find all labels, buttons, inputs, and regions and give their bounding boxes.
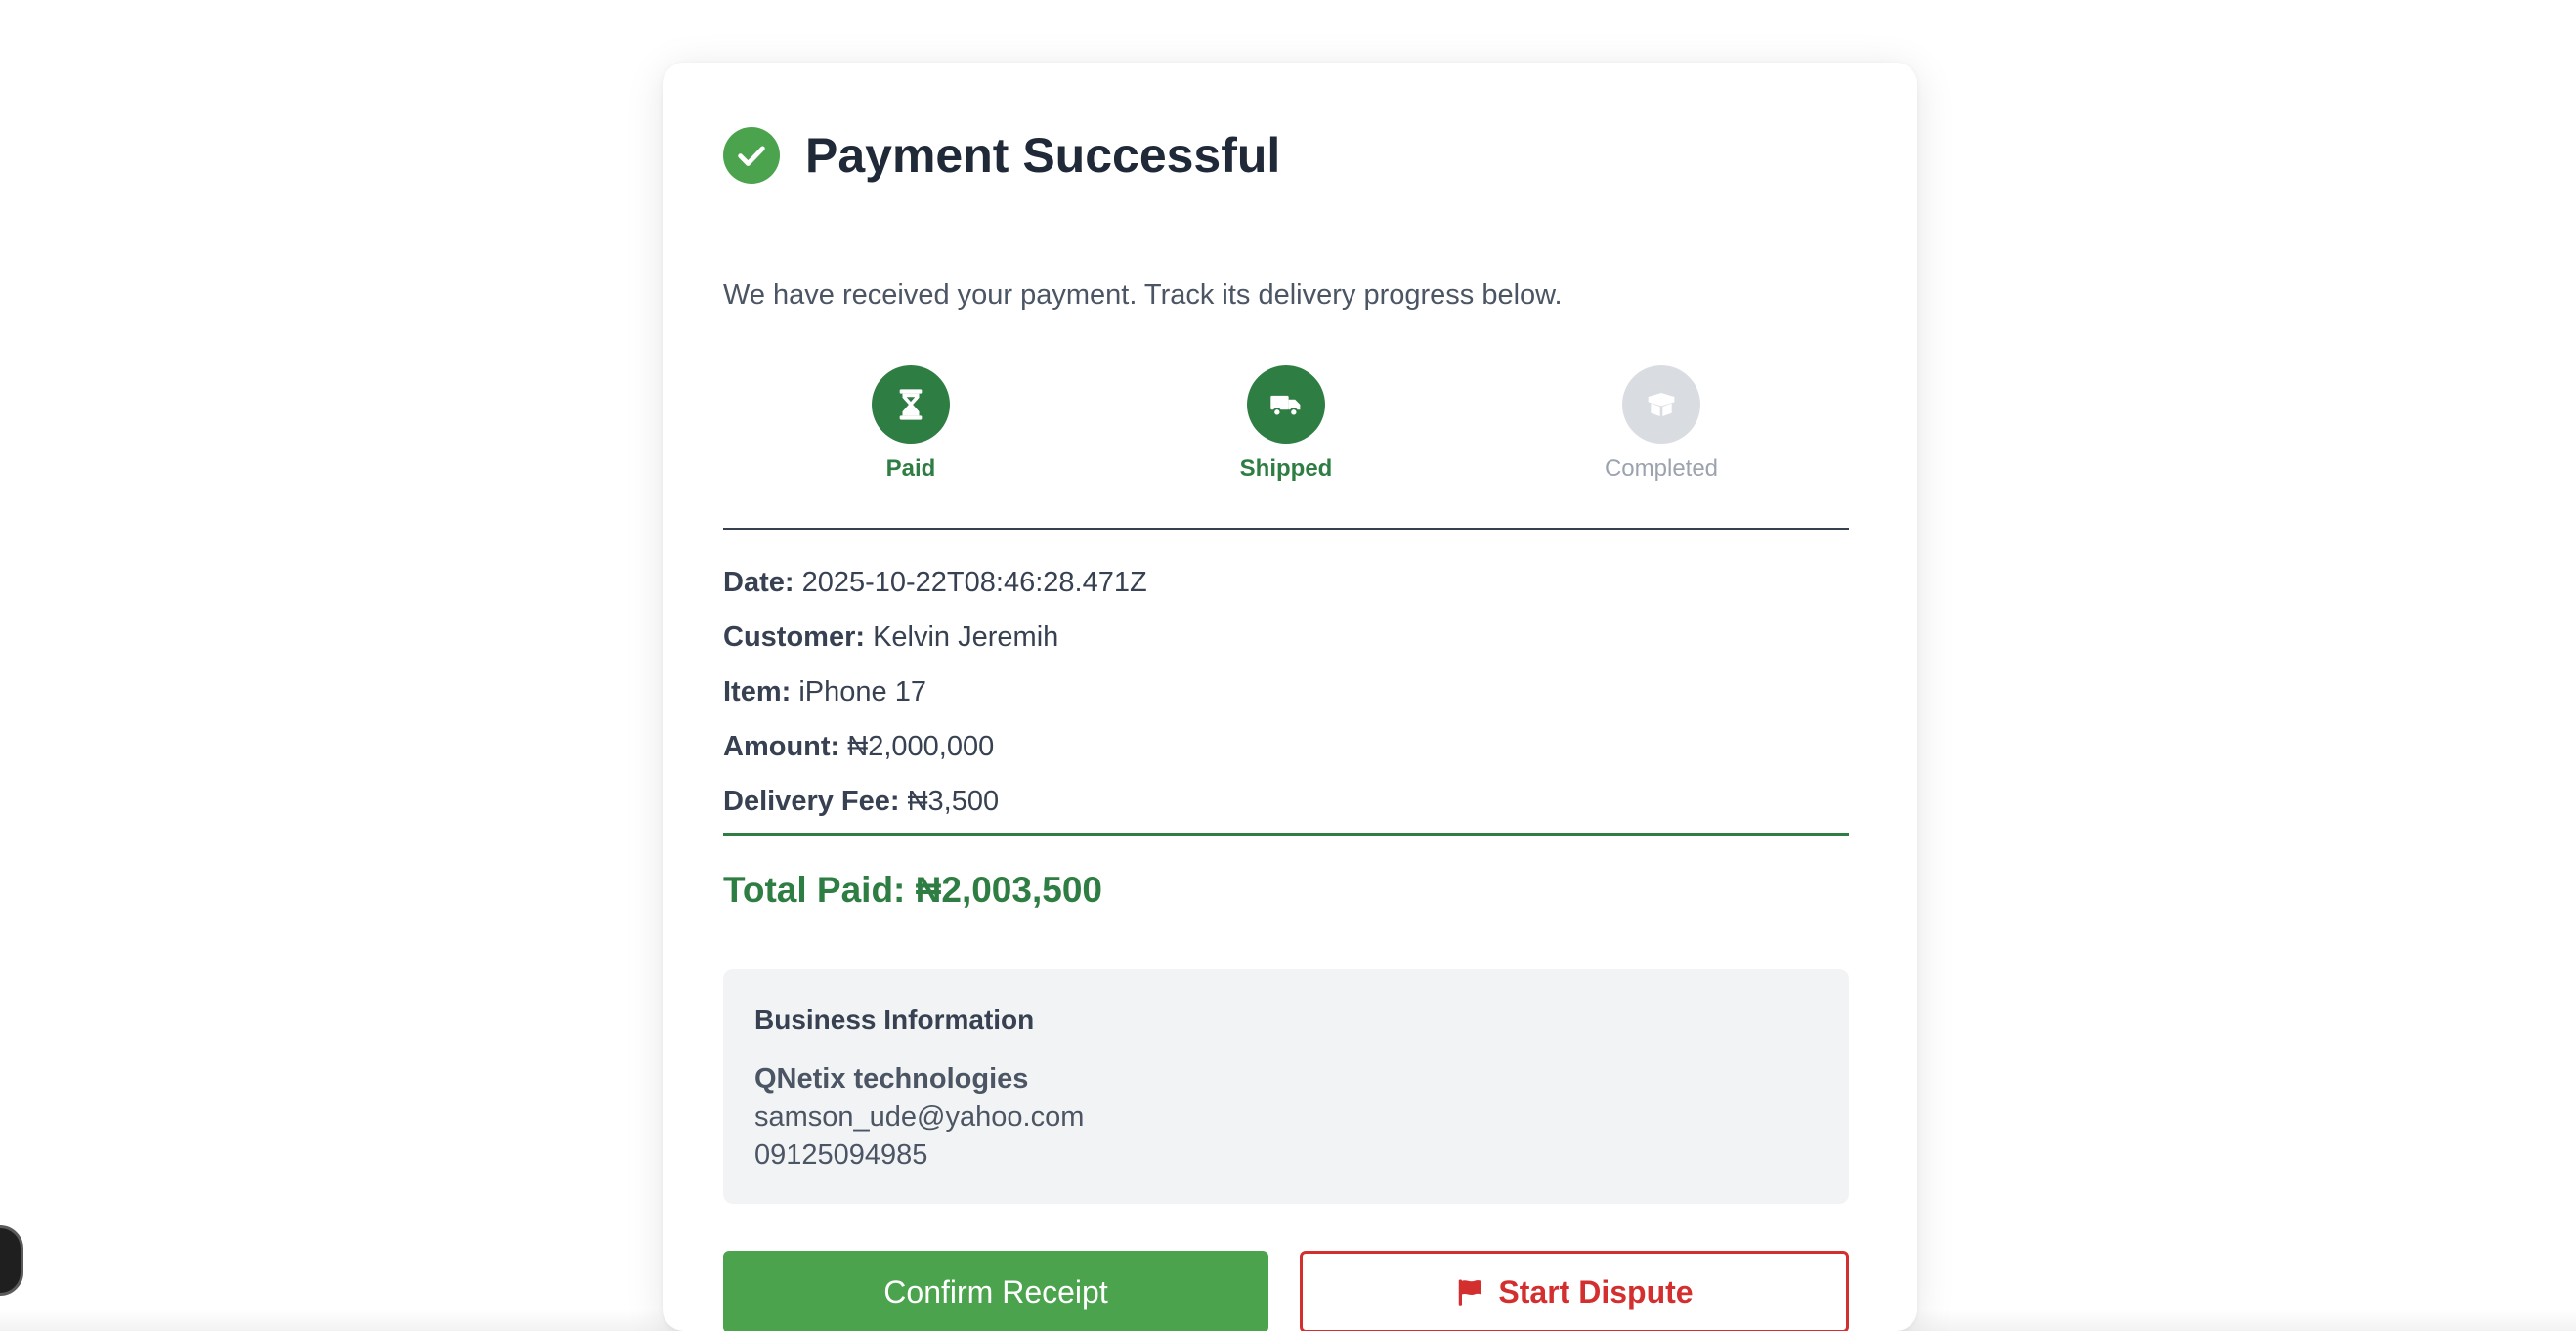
detail-date: Date: 2025-10-22T08:46:28.471Z bbox=[723, 559, 1849, 614]
business-info-heading: Business Information bbox=[754, 1005, 1035, 1035]
total-paid: Total Paid: ₦2,003,500 bbox=[723, 870, 1102, 910]
subtitle: We have received your payment. Track its… bbox=[723, 279, 1563, 311]
amount-value: ₦2,000,000 bbox=[847, 731, 995, 762]
detail-delivery-fee: Delivery Fee: ₦3,500 bbox=[723, 778, 1849, 833]
detail-amount: Amount: ₦2,000,000 bbox=[723, 723, 1849, 778]
check-circle-icon bbox=[723, 127, 780, 184]
confirm-receipt-label: Confirm Receipt bbox=[883, 1273, 1108, 1310]
date-label: Date: bbox=[723, 567, 794, 598]
box-icon bbox=[1622, 365, 1700, 444]
step-paid: Paid bbox=[784, 365, 1038, 483]
business-info-box: Business Information QNetix technologies… bbox=[723, 969, 1849, 1204]
business-name: QNetix technologies bbox=[754, 1063, 1029, 1095]
title-row: Payment Successful bbox=[723, 127, 1280, 184]
page: Payment Successful We have received your… bbox=[0, 0, 2576, 1331]
step-label-paid: Paid bbox=[885, 455, 936, 482]
truck-icon bbox=[1247, 365, 1325, 444]
item-label: Item: bbox=[723, 676, 792, 708]
amount-label: Amount: bbox=[723, 731, 840, 762]
start-dispute-label: Start Dispute bbox=[1498, 1273, 1694, 1310]
date-value: 2025-10-22T08:46:28.471Z bbox=[801, 567, 1147, 598]
step-shipped: Shipped bbox=[1159, 365, 1413, 483]
detail-customer: Customer: Kelvin Jeremih bbox=[723, 614, 1849, 668]
start-dispute-button[interactable]: Start Dispute bbox=[1300, 1251, 1849, 1331]
customer-label: Customer: bbox=[723, 622, 866, 653]
detail-item: Item: iPhone 17 bbox=[723, 668, 1849, 723]
confirm-receipt-button[interactable]: Confirm Receipt bbox=[723, 1251, 1268, 1331]
delivery-progress: Paid Shipped Completed bbox=[723, 365, 1849, 483]
flag-icon bbox=[1455, 1277, 1484, 1307]
step-completed: Completed bbox=[1534, 365, 1788, 483]
delivery-fee-label: Delivery Fee: bbox=[723, 786, 900, 817]
section-divider bbox=[723, 528, 1849, 530]
business-email: samson_ude@yahoo.com bbox=[754, 1101, 1085, 1133]
delivery-fee-value: ₦3,500 bbox=[907, 786, 1000, 817]
item-value: iPhone 17 bbox=[798, 676, 926, 708]
order-details: Date: 2025-10-22T08:46:28.471Z Customer:… bbox=[723, 559, 1849, 833]
business-phone: 09125094985 bbox=[754, 1139, 928, 1171]
hourglass-icon bbox=[872, 365, 950, 444]
step-label-shipped: Shipped bbox=[1239, 455, 1333, 482]
floating-control-button[interactable] bbox=[0, 1225, 23, 1296]
page-title: Payment Successful bbox=[805, 128, 1281, 183]
step-label-completed: Completed bbox=[1604, 455, 1719, 482]
total-divider bbox=[723, 833, 1849, 836]
customer-value: Kelvin Jeremih bbox=[873, 622, 1059, 653]
payment-card: Payment Successful We have received your… bbox=[663, 63, 1917, 1331]
